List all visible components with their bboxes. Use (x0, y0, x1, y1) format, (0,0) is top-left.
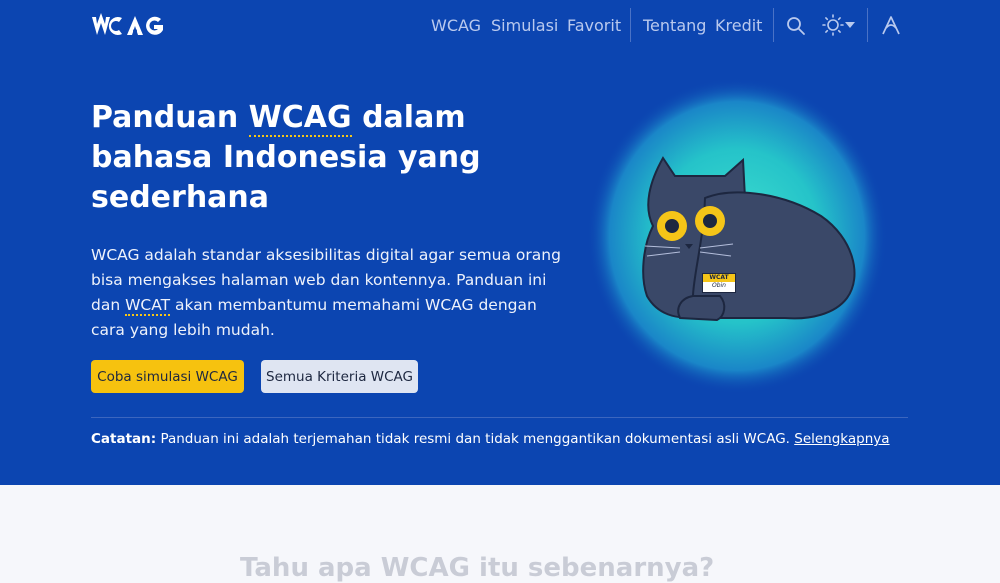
nav-divider (867, 8, 868, 42)
accessibility-icon (882, 16, 900, 35)
wcag-logo[interactable] (91, 13, 177, 39)
nav-link-favorit[interactable]: Favorit (567, 16, 621, 35)
chevron-down-icon (845, 22, 855, 28)
wcat-abbreviation[interactable]: WCAT (125, 296, 171, 316)
badge-line-1: WCAT (703, 274, 735, 282)
theme-toggle-button[interactable] (818, 13, 858, 37)
search-icon (787, 17, 805, 35)
section-heading: Tahu apa WCAG itu sebenarnya? (240, 553, 715, 583)
cat-illustration (587, 78, 887, 394)
nav-link-tentang[interactable]: Tentang (643, 16, 706, 35)
nav-link-kredit[interactable]: Kredit (715, 16, 762, 35)
hero-description: WCAG adalah standar aksesibilitas digita… (91, 246, 561, 339)
nav-link-wcag[interactable]: WCAG (431, 16, 481, 35)
badge-line-2: Obin (711, 282, 726, 289)
hero-section: WCAG Simulasi Favorit Tentang Kredit Pan… (0, 0, 1000, 485)
page-title: Panduan WCAG dalam bahasa Indonesia yang… (91, 100, 481, 215)
divider (91, 417, 908, 418)
sun-icon (822, 14, 844, 36)
nav-divider (773, 8, 774, 42)
note-label: Catatan: (91, 431, 157, 447)
nav-divider (630, 8, 631, 42)
wcag-abbreviation[interactable]: WCAG (248, 100, 352, 137)
top-nav: WCAG Simulasi Favorit Tentang Kredit (0, 0, 1000, 50)
accessibility-button[interactable] (879, 13, 903, 37)
all-criteria-button[interactable]: Semua Kriteria WCAG (261, 360, 418, 393)
try-simulation-button[interactable]: Coba simulasi WCAG (91, 360, 244, 393)
read-more-link[interactable]: Selengkapnya (794, 431, 889, 447)
disclaimer-note: Catatan: Panduan ini adalah terjemahan t… (91, 431, 890, 447)
nav-link-simulasi[interactable]: Simulasi (491, 16, 558, 35)
search-button[interactable] (784, 14, 808, 38)
name-badge: WCAT Obin (702, 273, 736, 293)
